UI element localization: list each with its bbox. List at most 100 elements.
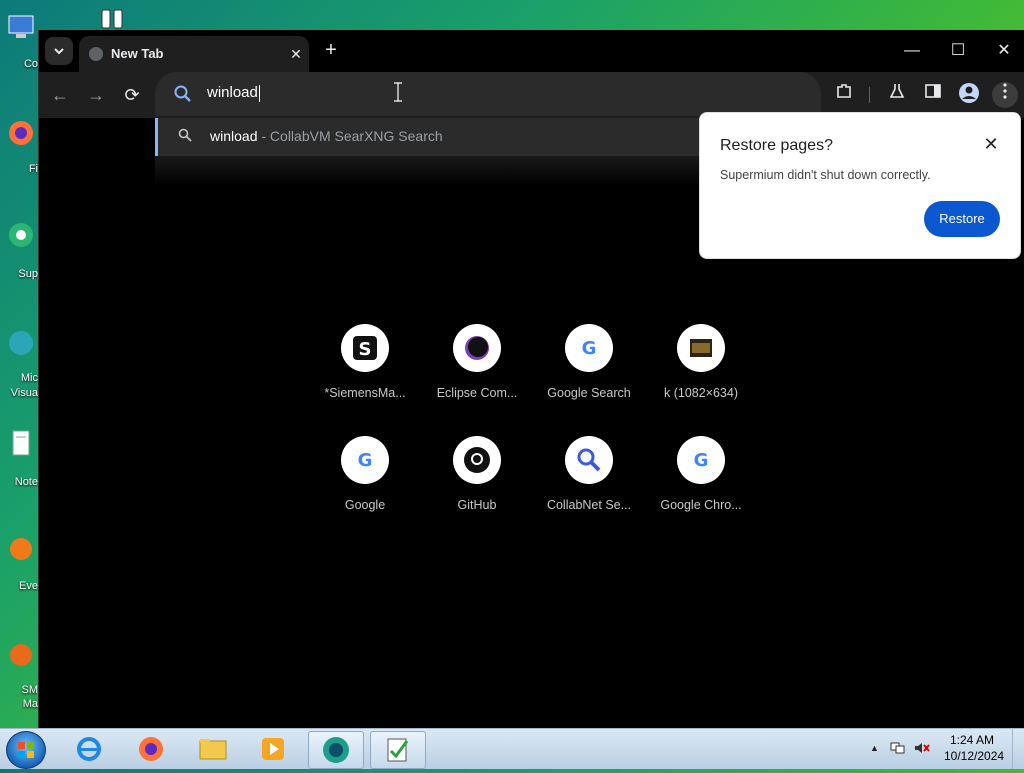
tab-new-tab[interactable]: New Tab ✕	[79, 36, 309, 72]
svg-text:G: G	[694, 450, 709, 471]
taskbar-supermium[interactable]	[308, 731, 364, 769]
taskbar-firefox[interactable]	[124, 731, 178, 767]
supermium-icon	[323, 737, 349, 763]
windows-logo-icon	[18, 742, 34, 758]
taskbar-explorer[interactable]	[186, 731, 240, 767]
address-input-value: winload	[207, 84, 258, 101]
shortcut-tile[interactable]: Eclipse Com...	[422, 324, 532, 424]
tab-strip: New Tab ✕ + — ☐ ✕	[39, 30, 1024, 72]
shortcut-label: Eclipse Com...	[436, 386, 518, 400]
globe-icon	[89, 47, 103, 61]
shortcut-label: GitHub	[457, 498, 497, 512]
search-icon	[173, 84, 193, 104]
visual-studio-shortcut-icon[interactable]	[6, 328, 36, 358]
network-icon[interactable]	[890, 741, 906, 758]
show-desktop-button[interactable]	[1012, 729, 1024, 769]
restore-button[interactable]: Restore	[924, 201, 1000, 237]
search-icon	[565, 436, 613, 484]
shortcut-label: Google Search	[547, 386, 631, 400]
firefox-icon	[139, 737, 163, 761]
google-icon: G	[341, 436, 389, 484]
forward-button[interactable]: →	[83, 82, 109, 108]
desktop-label-visual: Visua	[10, 387, 38, 399]
clock-date[interactable]: 10/12/2024	[944, 749, 1004, 763]
suggestion-description: - CollabVM SearXNG Search	[257, 128, 443, 144]
profile-icon[interactable]	[956, 82, 982, 108]
github-icon	[453, 436, 501, 484]
new-tab-button[interactable]: +	[319, 39, 343, 63]
desktop-label-ma: Ma	[22, 698, 38, 710]
suggestion-query: winload	[210, 128, 258, 144]
chevron-down-icon	[54, 48, 64, 55]
svg-text:G: G	[358, 450, 373, 471]
close-icon[interactable]: ✕	[980, 133, 1002, 155]
tab-close-icon[interactable]: ✕	[287, 45, 305, 63]
siemens-icon: S	[341, 324, 389, 372]
shortcut-tile[interactable]: GitHub	[422, 436, 532, 536]
svg-text:S: S	[359, 339, 372, 360]
shortcut-tile[interactable]: G Google Search	[534, 324, 644, 424]
dialog-message: Supermium didn't shut down correctly.	[720, 168, 931, 182]
notepad-shortcut-icon[interactable]	[6, 428, 36, 458]
image-thumb-icon	[677, 324, 725, 372]
everything-shortcut-icon[interactable]	[6, 534, 36, 564]
shortcut-label: *SiemensMa...	[324, 386, 406, 400]
menu-icon[interactable]	[992, 82, 1018, 108]
minimize-button[interactable]: —	[897, 38, 927, 64]
close-window-button[interactable]: ✕	[989, 38, 1019, 64]
back-button[interactable]: ←	[47, 82, 73, 108]
sidepanel-icon[interactable]	[920, 82, 946, 108]
google-icon: G	[677, 436, 725, 484]
desktop-label-notepad: Note	[14, 476, 38, 488]
media-player-icon	[262, 738, 284, 760]
google-icon: G	[565, 324, 613, 372]
dialog-title: Restore pages?	[720, 137, 833, 154]
address-input[interactable]: winload	[207, 84, 707, 102]
taskbar-internet-explorer[interactable]	[62, 731, 116, 767]
shortcut-tile[interactable]: G Google	[310, 436, 420, 536]
omnibox[interactable]: winload	[155, 72, 821, 116]
search-icon	[178, 128, 192, 145]
tab-search-button[interactable]	[45, 37, 73, 65]
sm-shortcut-icon[interactable]	[6, 640, 36, 670]
desktop-label-supermium: Sup	[18, 268, 38, 280]
shortcut-label: k (1082×634)	[663, 386, 738, 400]
folder-icon	[199, 739, 227, 760]
shortcut-tile[interactable]: k (1082×634)	[646, 324, 756, 424]
desktop-label-everything: Eve	[19, 580, 38, 592]
desktop-label-computer: Co	[23, 58, 38, 70]
firefox-shortcut-icon[interactable]	[6, 118, 36, 148]
desktop-top-icon[interactable]	[96, 6, 142, 30]
show-hidden-icons-button[interactable]: ▲	[870, 743, 879, 753]
eclipse-icon	[453, 324, 501, 372]
shortcut-tile[interactable]: S *SiemensMa...	[310, 324, 420, 424]
shortcut-tile[interactable]: G Google Chro...	[646, 436, 756, 536]
maximize-button[interactable]: ☐	[943, 38, 973, 64]
labs-icon[interactable]	[884, 82, 910, 108]
taskbar-media-player[interactable]	[246, 731, 300, 767]
taskbar: ▲ 1:24 AM 10/12/2024	[0, 728, 1024, 769]
computer-icon[interactable]	[6, 12, 36, 42]
supermium-shortcut-icon[interactable]	[6, 220, 36, 250]
volume-muted-icon[interactable]	[914, 741, 930, 758]
checklist-icon	[387, 738, 409, 762]
extensions-icon[interactable]	[831, 82, 857, 108]
taskbar-task-manager[interactable]	[370, 731, 426, 769]
shortcut-label: Google Chro...	[660, 498, 742, 512]
desktop-label-sm: SM	[21, 684, 39, 696]
svg-text:G: G	[582, 338, 597, 359]
internet-explorer-icon	[77, 737, 101, 761]
text-cursor-icon	[393, 82, 403, 107]
reload-button[interactable]: ⟳	[119, 82, 145, 108]
desktop-label-microsoft: Mic	[20, 372, 38, 384]
restore-pages-dialog: Restore pages? Supermium didn't shut dow…	[699, 112, 1021, 259]
tab-title: New Tab	[111, 46, 164, 61]
clock-time[interactable]: 1:24 AM	[944, 733, 1000, 747]
shortcut-tile[interactable]: CollabNet Se...	[534, 436, 644, 536]
toolbar-divider	[869, 87, 870, 103]
desktop-label-firefox: Fi	[28, 163, 38, 175]
desktop-icons: Co Fi Sup Mic Visua Note Eve SM Ma	[0, 0, 38, 728]
suggestion-text: winload - CollabVM SearXNG Search	[210, 128, 443, 144]
shortcut-label: CollabNet Se...	[546, 498, 632, 512]
start-button[interactable]	[6, 731, 46, 769]
